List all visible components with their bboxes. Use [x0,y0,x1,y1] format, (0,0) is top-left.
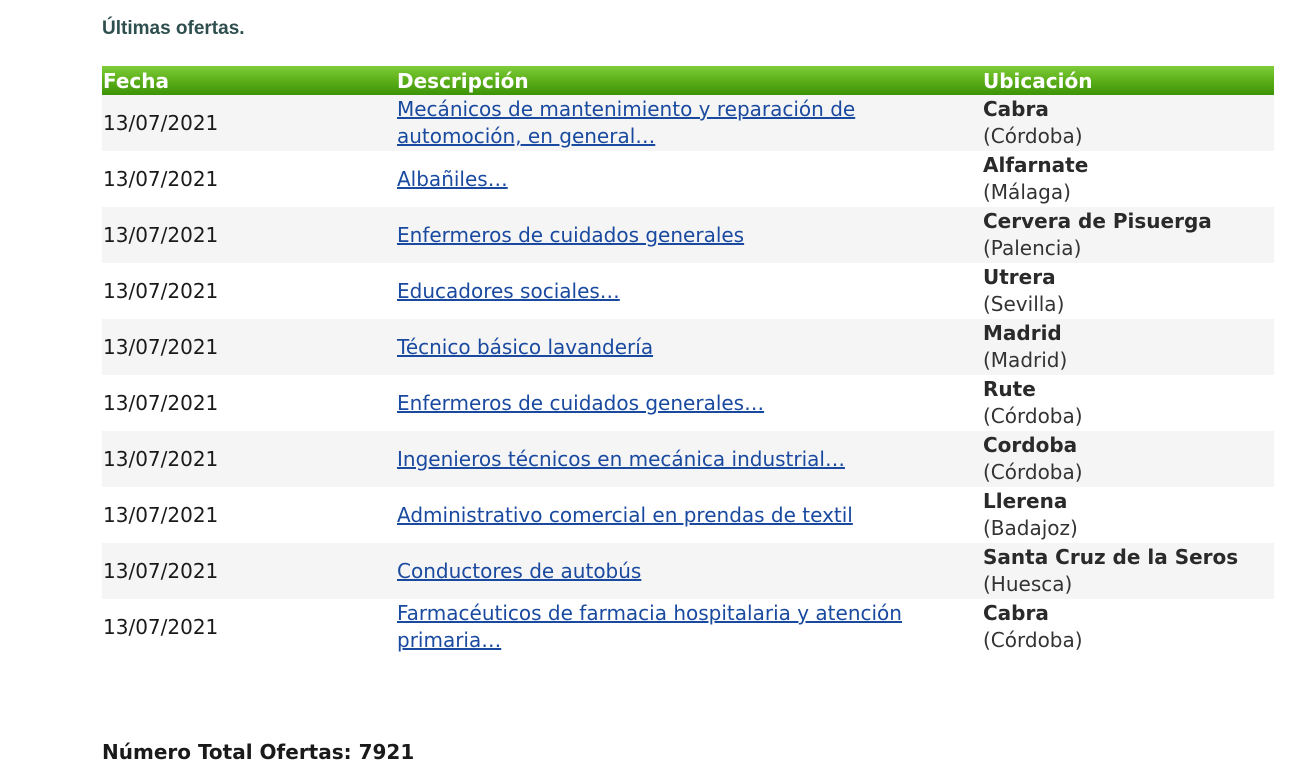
offer-link[interactable]: Ingenieros técnicos en mecánica industri… [397,447,845,471]
offer-location: Madrid (Madrid) [982,319,1274,375]
offer-location: Rute (Córdoba) [982,375,1274,431]
offer-date: 13/07/2021 [103,166,219,191]
offer-link[interactable]: Enfermeros de cuidados generales… [397,391,764,415]
offer-city: Cordoba [983,433,1078,457]
offer-location: Cabra (Córdoba) [982,95,1274,151]
offer-description-cell: Farmacéuticos de farmacia hospitalaria y… [396,599,982,655]
offer-date: 13/07/2021 [103,110,219,135]
offer-city: Cervera de Pisuerga [983,209,1212,233]
offer-location: Llerena (Badajoz) [982,487,1274,543]
page-title: Últimas ofertas. [102,18,245,39]
table-row: 13/07/2021 Educadores sociales… Utrera (S… [102,263,1274,319]
offer-link[interactable]: Conductores de autobús [397,559,641,583]
offer-city: Santa Cruz de la Seros [983,545,1239,569]
offer-location: Cabra (Córdoba) [982,599,1274,655]
offer-date: 13/07/2021 [103,278,219,303]
table-row: 13/07/2021 Mecánicos de mantenimiento y … [102,95,1274,151]
offer-province: (Huesca) [983,572,1073,596]
offer-location: Cervera de Pisuerga (Palencia) [982,207,1274,263]
offers-table-body: 13/07/2021 Mecánicos de mantenimiento y … [102,95,1274,655]
offer-link[interactable]: Educadores sociales… [397,279,620,303]
table-row: 13/07/2021 Técnico básico lavandería Mad… [102,319,1274,375]
offer-link[interactable]: Técnico básico lavandería [397,335,653,359]
offer-description-cell: Ingenieros técnicos en mecánica industri… [396,431,982,487]
table-row: 13/07/2021 Farmacéuticos de farmacia hos… [102,599,1274,655]
offer-date: 13/07/2021 [103,446,219,471]
offer-city: Rute [983,377,1036,401]
offer-location: Cordoba (Córdoba) [982,431,1274,487]
offer-city: Alfarnate [983,153,1089,177]
offer-province: (Córdoba) [983,124,1083,148]
offer-city: Llerena [983,489,1068,513]
offer-city: Cabra [983,601,1049,625]
offer-date: 13/07/2021 [103,334,219,359]
offer-description-cell: Educadores sociales… [396,263,982,319]
header-location: Ubicación [982,66,1274,95]
offer-province: (Córdoba) [983,460,1083,484]
offer-province: (Palencia) [983,236,1082,260]
offer-city: Cabra [983,97,1049,121]
table-row: 13/07/2021 Enfermeros de cuidados genera… [102,207,1274,263]
table-row: 13/07/2021 Conductores de autobús Santa … [102,543,1274,599]
offer-description-cell: Enfermeros de cuidados generales… [396,375,982,431]
offer-link[interactable]: Farmacéuticos de farmacia hospitalaria y… [397,601,902,652]
offer-link[interactable]: Administrativo comercial en prendas de t… [397,503,853,527]
offer-date: 13/07/2021 [103,222,219,247]
table-row: 13/07/2021 Administrativo comercial en p… [102,487,1274,543]
header-row: Fecha Descripción Ubicación [102,66,1274,95]
offer-location: Santa Cruz de la Seros (Huesca) [982,543,1274,599]
offers-table: Fecha Descripción Ubicación 13/07/2021 M… [102,66,1274,655]
offer-location: Utrera (Sevilla) [982,263,1274,319]
offer-city: Utrera [983,265,1056,289]
offer-description-cell: Enfermeros de cuidados generales [396,207,982,263]
offer-link[interactable]: Mecánicos de mantenimiento y reparación … [397,97,855,148]
offer-city: Madrid [983,321,1062,345]
total-offers-count: Número Total Ofertas: 7921 [102,740,415,764]
table-row: 13/07/2021 Ingenieros técnicos en mecáni… [102,431,1274,487]
offer-date: 13/07/2021 [103,614,219,639]
offer-province: (Córdoba) [983,628,1083,652]
offer-date: 13/07/2021 [103,502,219,527]
offer-location: Alfarnate (Málaga) [982,151,1274,207]
offer-description-cell: Técnico básico lavandería [396,319,982,375]
offer-province: (Málaga) [983,180,1071,204]
offer-province: (Badajoz) [983,516,1078,540]
offer-description-cell: Conductores de autobús [396,543,982,599]
offer-description-cell: Administrativo comercial en prendas de t… [396,487,982,543]
header-date: Fecha [102,66,396,95]
header-description: Descripción [396,66,982,95]
offer-province: (Madrid) [983,348,1068,372]
offer-date: 13/07/2021 [103,558,219,583]
offer-province: (Sevilla) [983,292,1065,316]
offer-link[interactable]: Albañiles… [397,167,508,191]
table-row: 13/07/2021 Albañiles… Alfarnate (Málaga) [102,151,1274,207]
offer-description-cell: Albañiles… [396,151,982,207]
offers-table-header: Fecha Descripción Ubicación [102,66,1274,95]
offer-date: 13/07/2021 [103,390,219,415]
table-row: 13/07/2021 Enfermeros de cuidados genera… [102,375,1274,431]
offer-province: (Córdoba) [983,404,1083,428]
offer-link[interactable]: Enfermeros de cuidados generales [397,223,744,247]
offer-description-cell: Mecánicos de mantenimiento y reparación … [396,95,982,151]
